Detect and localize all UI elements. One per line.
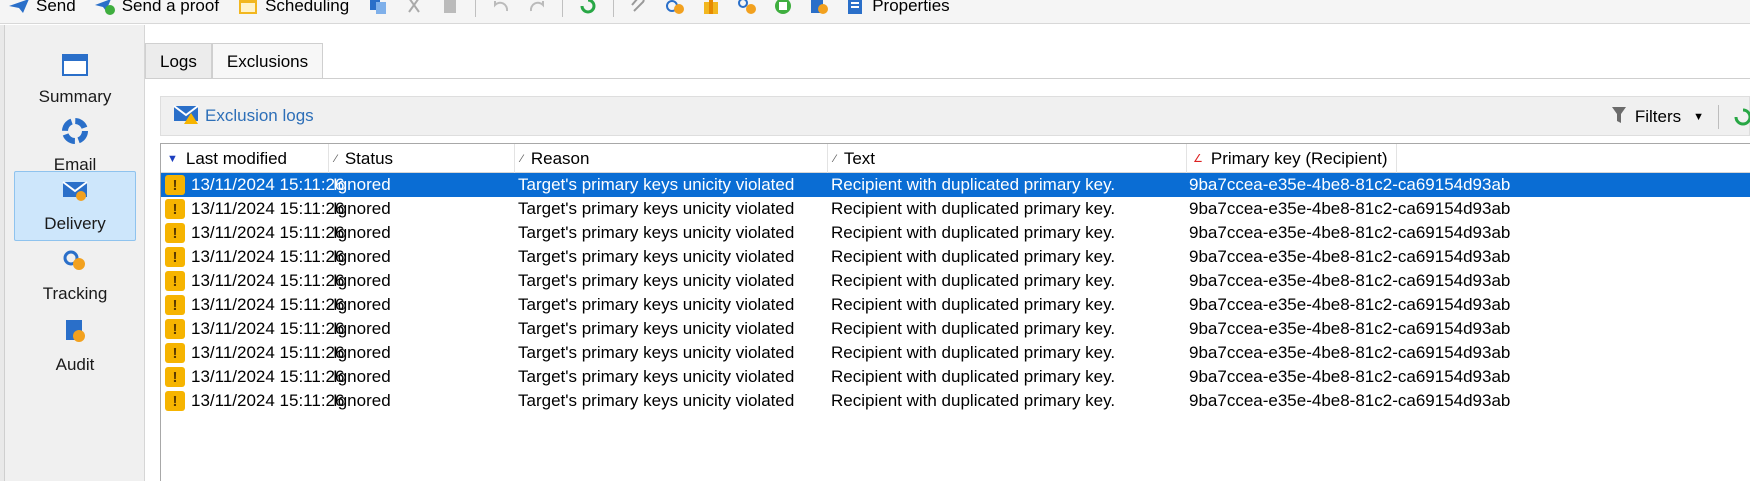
- filter-icon: [1611, 106, 1627, 129]
- warning-icon: !: [165, 391, 185, 411]
- sidebar-item-audit[interactable]: Audit: [14, 311, 136, 381]
- column-reason[interactable]: ⁄ Reason: [515, 144, 828, 173]
- warning-icon: !: [165, 367, 185, 387]
- email-icon: [62, 117, 88, 149]
- cut-icon[interactable]: [403, 0, 425, 15]
- attachment-icon[interactable]: [628, 0, 650, 15]
- script-icon[interactable]: [772, 0, 794, 15]
- sidebar: Summary Email Delivery Tracking Audit: [5, 25, 145, 481]
- warning-icon: !: [165, 295, 185, 315]
- warning-icon: !: [165, 247, 185, 267]
- filters-separator: [1718, 105, 1719, 129]
- tracking-link-icon[interactable]: [736, 0, 758, 15]
- filters-control: Filters ▼: [1611, 97, 1719, 137]
- table-row[interactable]: ! 13/11/2024 15:11:26 Ignored Target's p…: [161, 341, 1750, 365]
- send-button[interactable]: Send: [8, 0, 76, 16]
- column-status[interactable]: ⁄ Status: [329, 144, 515, 173]
- warning-icon: !: [165, 199, 185, 219]
- delivery-icon: [61, 179, 89, 208]
- properties-icon: [844, 0, 866, 15]
- table-row[interactable]: ! 13/11/2024 15:11:26 Ignored Target's p…: [161, 389, 1750, 413]
- toolbar-separator: [562, 0, 564, 17]
- refresh-list-icon[interactable]: [1731, 105, 1750, 134]
- table-row[interactable]: ! 13/11/2024 15:11:26 Ignored Target's p…: [161, 197, 1750, 221]
- refresh-icon[interactable]: [577, 0, 599, 15]
- warning-icon: !: [165, 343, 185, 363]
- offer-icon[interactable]: [700, 0, 722, 15]
- warning-icon: !: [165, 271, 185, 291]
- exclusion-logs-icon: [173, 103, 199, 130]
- table-header: ▼ Last modified ⁄ Status ⁄ Reason ⁄ Text…: [161, 144, 1750, 173]
- toolbar: Send Send a proof Scheduling Properties: [0, 0, 1750, 24]
- sort-indicator-icon: ⁄: [834, 152, 836, 165]
- filters-button[interactable]: Filters: [1635, 107, 1681, 127]
- tab-logs[interactable]: Logs: [145, 43, 212, 79]
- table-body: ! 13/11/2024 15:11:26 Ignored Target's p…: [161, 173, 1750, 413]
- table-row[interactable]: ! 13/11/2024 15:11:26 Ignored Target's p…: [161, 293, 1750, 317]
- calendar-icon: [237, 0, 259, 15]
- redo-icon[interactable]: [526, 0, 548, 15]
- table-row[interactable]: ! 13/11/2024 15:11:26 Ignored Target's p…: [161, 245, 1750, 269]
- undo-icon[interactable]: [490, 0, 512, 15]
- panel-header: Exclusion logs Filters ▼: [160, 96, 1750, 136]
- sort-indicator-icon: ⁄: [335, 152, 337, 165]
- chevron-down-icon[interactable]: ▼: [1693, 111, 1704, 123]
- link-icon[interactable]: [664, 0, 686, 15]
- table-row[interactable]: ! 13/11/2024 15:11:26 Ignored Target's p…: [161, 365, 1750, 389]
- table-row[interactable]: ! 13/11/2024 15:11:26 Ignored Target's p…: [161, 173, 1750, 197]
- send-proof-button[interactable]: Send a proof: [94, 0, 219, 16]
- toolbar-separator: [613, 0, 615, 17]
- tab-exclusions[interactable]: Exclusions: [211, 43, 324, 79]
- copy-icon[interactable]: [367, 0, 389, 15]
- toolbar-separator: [475, 0, 477, 17]
- sort-indicator-icon: ∠: [1193, 153, 1203, 165]
- scheduling-button[interactable]: Scheduling: [237, 0, 349, 16]
- tracking-icon: [61, 249, 89, 278]
- sidebar-item-delivery[interactable]: Delivery: [14, 171, 136, 241]
- warning-icon: !: [165, 223, 185, 243]
- exclusion-logs-title: Exclusion logs: [173, 103, 314, 130]
- send-proof-icon: [94, 0, 116, 15]
- send-icon: [8, 0, 30, 15]
- warning-icon: !: [165, 319, 185, 339]
- properties-button[interactable]: Properties: [844, 0, 950, 16]
- warning-icon: !: [165, 175, 185, 195]
- sidebar-item-summary[interactable]: Summary: [14, 45, 136, 115]
- table-row[interactable]: ! 13/11/2024 15:11:26 Ignored Target's p…: [161, 317, 1750, 341]
- table-row[interactable]: ! 13/11/2024 15:11:26 Ignored Target's p…: [161, 269, 1750, 293]
- sort-descending-icon: ▼: [167, 152, 178, 165]
- exclusion-logs-table: ▼ Last modified ⁄ Status ⁄ Reason ⁄ Text…: [160, 143, 1750, 481]
- personalization-icon[interactable]: [808, 0, 830, 15]
- table-row[interactable]: ! 13/11/2024 15:11:26 Ignored Target's p…: [161, 221, 1750, 245]
- sort-indicator-icon: ⁄: [521, 152, 523, 165]
- audit-icon: [62, 318, 88, 349]
- column-primary-key[interactable]: ∠ Primary key (Recipient): [1187, 144, 1397, 173]
- tab-divider: [145, 78, 1750, 79]
- tab-bar: Logs Exclusions: [145, 43, 324, 79]
- column-text[interactable]: ⁄ Text: [828, 144, 1187, 173]
- paste-icon[interactable]: [439, 0, 461, 15]
- sidebar-item-tracking[interactable]: Tracking: [14, 241, 136, 311]
- summary-icon: [62, 53, 88, 81]
- column-last-modified[interactable]: ▼ Last modified: [161, 144, 329, 173]
